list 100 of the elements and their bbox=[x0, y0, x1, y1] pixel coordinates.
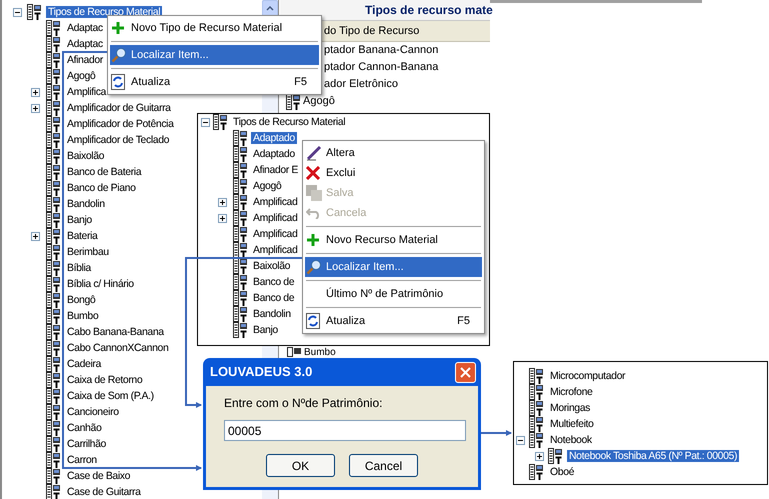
tree-item[interactable]: Amplificador de Guitarra bbox=[65, 102, 173, 114]
tree-item[interactable]: Amplificador de Potência bbox=[65, 118, 176, 130]
expand-button[interactable] bbox=[218, 198, 227, 206]
tree-item[interactable]: Amplificador de Teclado bbox=[65, 134, 172, 146]
tree-item[interactable]: Adaptac bbox=[65, 38, 105, 50]
tree-item[interactable]: Cabo Banana-Banana bbox=[65, 326, 166, 338]
menu-item[interactable]: Último Nº de Patrimônio bbox=[305, 284, 482, 304]
tree-item[interactable]: Case de Baixo bbox=[65, 470, 132, 482]
dialog-title: LOUVADEUS 3.0 bbox=[210, 363, 312, 382]
tree-item[interactable]: Banjo bbox=[251, 324, 280, 336]
tree-item[interactable]: Bongô bbox=[65, 294, 98, 306]
list-row[interactable]: Agogô bbox=[303, 93, 335, 110]
tree-item[interactable]: Amplifica bbox=[65, 86, 108, 98]
tree-item[interactable]: Canhão bbox=[65, 422, 104, 434]
list-row[interactable]: ptador Banana-Cannon bbox=[324, 42, 438, 59]
close-icon bbox=[460, 366, 471, 378]
field-label: Entre com o Nºde Patrimônio: bbox=[224, 396, 384, 410]
panel-title: Tipos de recurso mate bbox=[365, 2, 493, 19]
dialog-button[interactable]: Cancel bbox=[349, 454, 418, 477]
tree-item[interactable]: Case de Guitarra bbox=[65, 486, 143, 498]
list-row[interactable]: ptador Cannon-Banana bbox=[324, 59, 438, 76]
expand-button[interactable] bbox=[31, 232, 40, 240]
tree-item[interactable]: Baixolão bbox=[251, 260, 292, 272]
tree-item[interactable]: Microcomputador bbox=[548, 370, 628, 382]
tree-item[interactable]: Adaptado bbox=[251, 148, 297, 160]
tree-item[interactable]: Bandolin bbox=[251, 308, 293, 320]
expand-button[interactable] bbox=[31, 104, 40, 112]
tree-item[interactable]: Carrilhão bbox=[65, 438, 108, 450]
tree-item[interactable]: Bíblia c/ Hinário bbox=[65, 278, 136, 290]
menu-item[interactable]: Localizar Item... bbox=[305, 257, 482, 277]
dialog-button[interactable]: OK bbox=[266, 454, 335, 477]
resource-icon bbox=[27, 4, 41, 20]
tree-item[interactable]: Bandolin bbox=[65, 198, 107, 210]
menu-item[interactable]: Atualiza F5 bbox=[305, 311, 482, 331]
tree-item[interactable]: Afinador E bbox=[251, 164, 300, 176]
shortcut-label: F5 bbox=[457, 314, 470, 329]
menu-item[interactable]: Altera bbox=[305, 143, 482, 163]
chevron-up-icon bbox=[266, 6, 274, 11]
tree-item[interactable]: Agogô bbox=[65, 70, 98, 82]
collapse-button[interactable] bbox=[13, 8, 22, 16]
tree-item[interactable]: Afinador bbox=[65, 54, 105, 66]
tree-item[interactable]: Cancioneiro bbox=[65, 406, 121, 418]
tree-item[interactable]: Amplificad bbox=[251, 196, 300, 208]
tree-item[interactable]: Berimbau bbox=[65, 246, 111, 258]
menu-item[interactable]: Novo Recurso Material bbox=[305, 230, 482, 250]
tree-item[interactable]: Oboé bbox=[548, 466, 576, 478]
tree-item[interactable]: Tipos de Recurso Material bbox=[231, 116, 348, 128]
search-icon bbox=[111, 47, 127, 63]
tree-item[interactable]: Carron bbox=[65, 454, 99, 466]
squares-icon bbox=[306, 185, 322, 201]
refresh-icon bbox=[306, 313, 320, 329]
resource-icon bbox=[529, 432, 543, 448]
tree-item[interactable]: Banjo bbox=[65, 214, 94, 226]
collapse-button[interactable] bbox=[516, 436, 525, 444]
tree-item[interactable]: Notebook bbox=[548, 434, 594, 446]
tree-item[interactable]: Baixolão bbox=[65, 150, 106, 162]
tree-item[interactable]: Adaptado bbox=[251, 132, 297, 144]
tree-item[interactable]: Amplificad bbox=[251, 228, 300, 240]
tree-item[interactable]: Amplificad bbox=[251, 212, 300, 224]
close-button[interactable] bbox=[455, 362, 476, 382]
expand-button[interactable] bbox=[218, 214, 227, 222]
connector-arrow bbox=[481, 430, 512, 436]
collapse-button[interactable] bbox=[201, 118, 210, 126]
resource-icon bbox=[233, 322, 247, 338]
tree-item[interactable]: Bíblia bbox=[65, 262, 93, 274]
plus-icon bbox=[111, 21, 125, 35]
resource-icon bbox=[529, 464, 543, 480]
tree-item[interactable]: Cabo CannonXCannon bbox=[65, 342, 170, 354]
menu-item[interactable]: Exclui bbox=[305, 163, 482, 183]
shortcut-label: F5 bbox=[294, 74, 307, 90]
tree-item[interactable]: Banco de Bateria bbox=[65, 166, 144, 178]
plus-icon bbox=[306, 233, 320, 247]
tree-item[interactable]: Caixa de Retorno bbox=[65, 374, 144, 386]
expand-button[interactable] bbox=[31, 88, 40, 96]
tree-item[interactable]: Banco de Piano bbox=[65, 182, 138, 194]
menu-item[interactable]: Atualiza F5 bbox=[110, 72, 319, 92]
undo-icon bbox=[306, 207, 322, 219]
tree-item[interactable]: Cadeira bbox=[65, 358, 103, 370]
tree-item[interactable]: Agogô bbox=[251, 180, 284, 192]
tree-item[interactable]: Amplificad bbox=[251, 244, 300, 256]
tree-item[interactable]: Moringas bbox=[548, 402, 592, 414]
tree-item[interactable]: Adaptac bbox=[65, 22, 105, 34]
input-field[interactable]: 00005 bbox=[224, 420, 466, 441]
tree-item[interactable]: Banco de bbox=[251, 292, 296, 304]
tree-item[interactable]: Tipos de Recurso Material bbox=[46, 6, 162, 18]
menu-item[interactable]: Localizar Item... bbox=[110, 45, 319, 65]
tree-item[interactable]: Multiefeito bbox=[548, 418, 596, 430]
refresh-icon bbox=[111, 74, 125, 90]
list-row[interactable]: ador Eletrônico bbox=[324, 76, 398, 93]
tree-item[interactable]: Bateria bbox=[65, 230, 100, 242]
resource-icon bbox=[233, 242, 247, 258]
search-icon bbox=[306, 259, 322, 275]
expand-button[interactable] bbox=[535, 452, 544, 460]
tree-item[interactable]: Banco de bbox=[251, 276, 296, 288]
tree-item[interactable]: Bumbo bbox=[65, 310, 100, 322]
tree-item[interactable]: Microfone bbox=[548, 386, 595, 398]
resource-icon bbox=[548, 448, 562, 464]
list-row[interactable]: Bumbo bbox=[304, 347, 336, 358]
tree-item[interactable]: Caixa de Som (P.A.) bbox=[65, 390, 156, 402]
tree-item[interactable]: Notebook Toshiba A65 (Nº Pat.: 00005) bbox=[567, 450, 740, 462]
